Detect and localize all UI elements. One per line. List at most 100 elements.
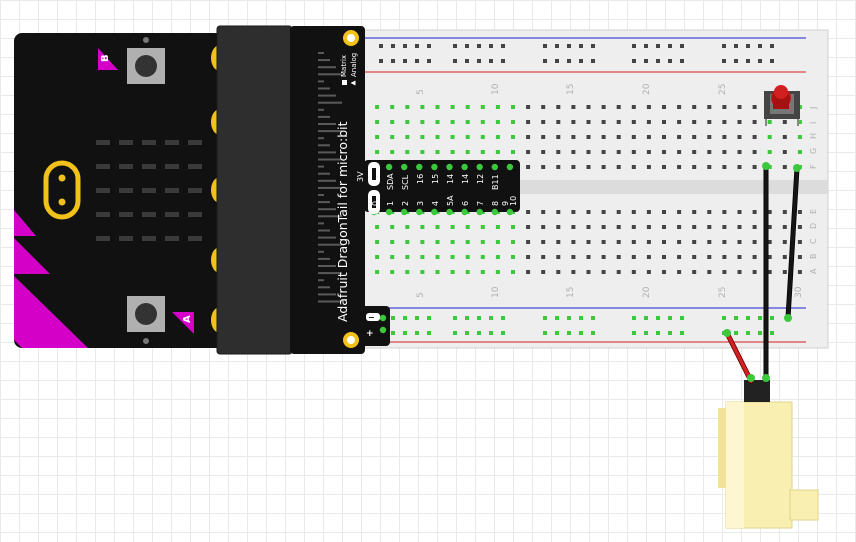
breadboard-hole [511,135,515,139]
power-rail-hole [734,59,738,63]
breadboard-hole [722,135,727,139]
power-rail-hole [465,44,469,48]
row-letter-b: B [809,254,818,260]
trace [318,265,336,267]
breadboard-hole [662,255,666,259]
power-rail-hole [656,316,660,320]
pin-label-6: 6 [461,201,470,206]
header-pin [491,163,498,171]
breadboard-hole [495,270,500,274]
power-rail-hole [680,316,684,320]
led [165,164,179,169]
breadboard-hole [707,135,712,139]
power-rail-hole [379,44,383,48]
breadboard-hole [541,255,546,259]
breadboard-hole [541,105,546,109]
breadboard-hole [586,135,591,139]
col-num-top-10: 10 [491,83,501,95]
breadboard-hole [616,150,621,154]
breadboard-hole [601,120,606,124]
power-rail-hole [477,59,481,63]
breadboard-hole [405,150,410,154]
breadboard-hole [390,255,395,259]
breadboard-hole [435,270,440,274]
breadboard-hole [601,135,606,139]
power-rail-hole [591,316,595,320]
button-a-label: A [182,315,193,323]
trace [318,236,336,239]
button-a-cap[interactable] [135,303,157,325]
power-rail-hole [427,44,431,48]
row-letter-h: H [809,133,818,139]
power-rail-hole [543,331,547,335]
breadboard-hole [601,255,606,259]
power-rail-hole [632,331,636,335]
breadboard-hole [662,270,666,274]
breadboard-hole [465,135,470,139]
col-num-bottom-25: 25 [718,287,728,298]
breadboard-hole [556,135,561,139]
power-rail-hole [770,316,774,320]
header-pin [416,208,423,216]
power-rail-hole [403,59,407,63]
breadboard-hole [737,225,742,229]
breadboard-hole [390,135,395,139]
trace [318,144,330,147]
breadboard-hole [511,270,515,274]
breadboard-hole [556,240,561,244]
power-rail-hole [465,59,469,63]
breadboard-hole [601,105,606,109]
power-rail-hole [427,59,431,63]
breadboard-hole [465,255,470,259]
power-rail-hole [680,44,684,48]
breadboard-hole [450,150,455,154]
power-rail-hole [746,59,750,63]
breadboard-hole [586,150,591,154]
pin-label-2: 2 [401,201,410,206]
power-rail-hole [680,59,684,63]
breadboard-hole [662,105,666,109]
breadboard-hole [692,105,697,109]
pin-label-3: 3 [416,201,425,206]
led [96,188,110,193]
power-rail-hole [453,316,457,320]
trace [318,194,324,196]
power-rail-hole [579,316,583,320]
button-b-cap[interactable] [135,55,157,77]
power-rail-hole [656,331,660,335]
breadboard-hole [692,210,697,214]
power-rail-hole [555,44,559,48]
power-rail-hole [567,316,571,320]
breadboard-hole [662,150,666,154]
trace [318,165,324,168]
breadboard-hole [722,105,727,109]
breadboard-hole [737,120,742,124]
power-rail-hole [543,316,547,320]
trace [318,293,336,296]
breadboard-hole [631,135,636,139]
servo-connector [744,380,770,402]
breadboard-hole [737,210,742,214]
breadboard-hole [526,150,531,154]
breadboard-hole [662,240,666,244]
breadboard-hole [737,135,742,139]
header-pin [446,208,453,216]
servo-mount-tab [718,408,726,488]
breadboard-hole [390,240,395,244]
power-rail-hole [543,59,547,63]
power-rail-hole [668,44,672,48]
breadboard-hole [631,240,636,244]
led [119,236,133,241]
pin-label-scl: SCL [401,174,410,190]
breadboard-hole [767,135,772,139]
breadboard-hole [707,225,712,229]
breadboard-hole [495,135,500,139]
breadboard-hole [526,270,531,274]
breadboard-hole [631,270,636,274]
power-rail-hole [758,44,762,48]
breadboard-hole [737,255,742,259]
breadboard-hole [752,210,757,214]
breadboard-hole [480,255,485,259]
breadboard-hole [450,240,455,244]
power-rail-hole [453,59,457,63]
